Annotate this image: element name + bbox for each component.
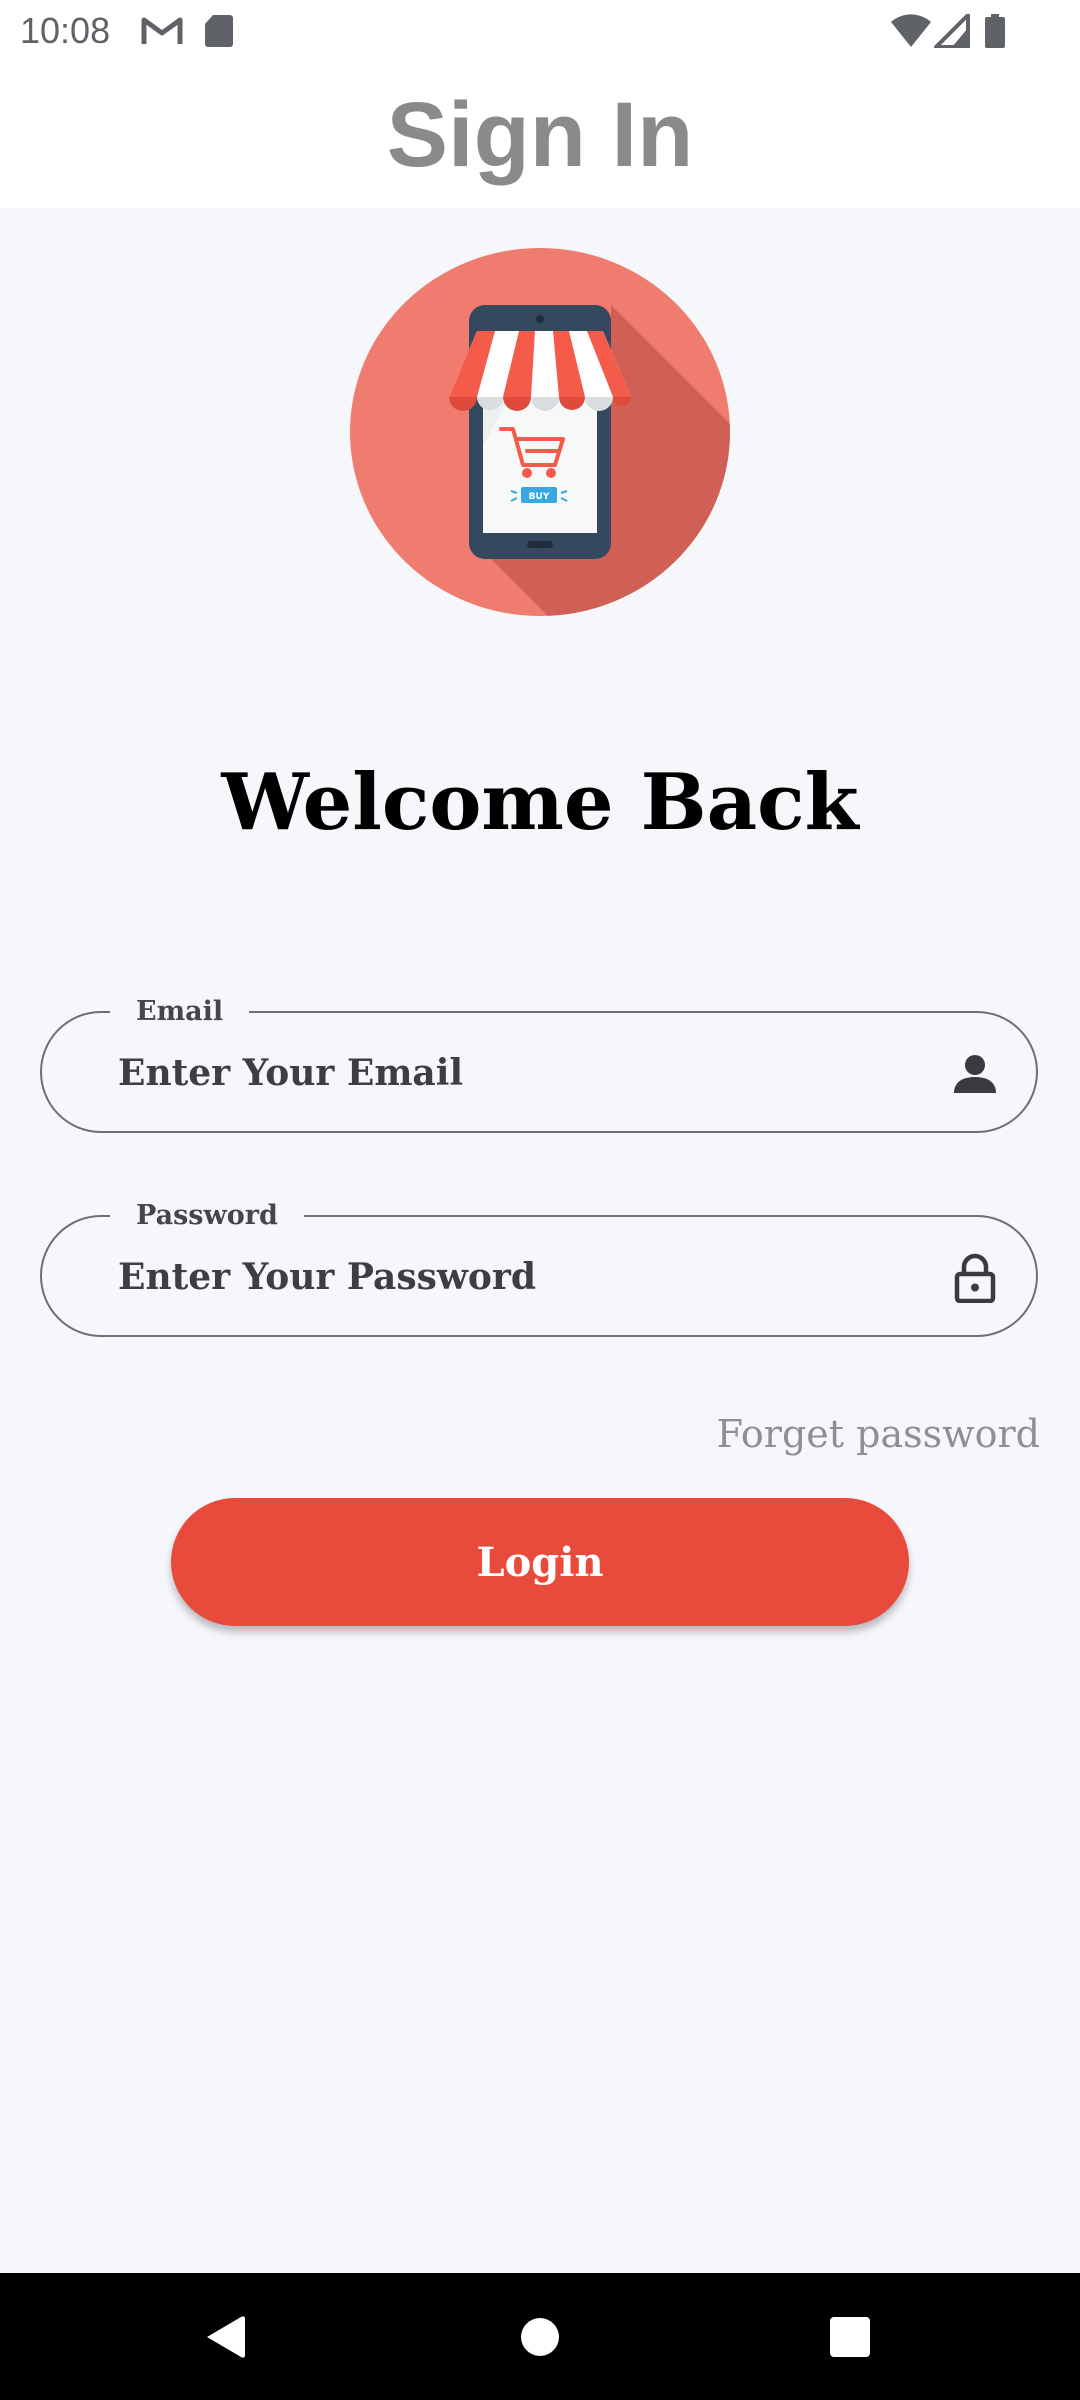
wifi-icon: [891, 14, 931, 47]
password-label: Password: [110, 1199, 304, 1233]
status-bar: 10:08: [0, 0, 1080, 62]
welcome-heading: Welcome Back: [221, 757, 859, 848]
password-field[interactable]: Password: [40, 1199, 1038, 1337]
signal-icon: [934, 14, 970, 48]
battery-icon: [985, 14, 1005, 48]
email-field[interactable]: Email: [40, 995, 1038, 1133]
shop-phone-cart-icon: BUY: [350, 248, 730, 616]
buy-badge-text: BUY: [529, 492, 550, 502]
home-icon[interactable]: [502, 2299, 578, 2375]
gmail-icon: [141, 17, 183, 44]
forgot-password-link[interactable]: Forget password: [717, 1404, 1040, 1464]
recents-icon[interactable]: [812, 2299, 888, 2375]
login-button[interactable]: Login: [171, 1498, 909, 1626]
status-time: 10:08: [20, 10, 111, 51]
sd-card-icon: [205, 15, 233, 47]
system-nav-bar: [0, 2273, 1080, 2400]
email-input[interactable]: [118, 1043, 918, 1103]
password-input[interactable]: [118, 1247, 918, 1307]
lock-icon: [954, 1253, 996, 1303]
back-icon[interactable]: [187, 2299, 263, 2375]
person-icon: [954, 1055, 996, 1093]
app-bar: Sign In: [0, 62, 1080, 208]
email-label: Email: [110, 995, 250, 1029]
page-title: Sign In: [386, 84, 694, 186]
